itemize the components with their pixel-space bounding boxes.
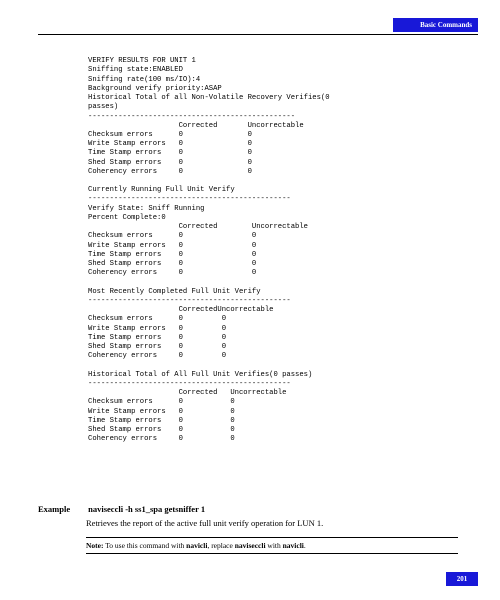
section-title: Basic Commands (420, 21, 472, 29)
note-text-b: , replace (207, 541, 234, 550)
note-block: Note: To use this command with navicli, … (86, 537, 458, 554)
note-bold-a: navicli (186, 541, 207, 550)
page-number: 201 (457, 575, 468, 583)
note-bold-c: navicli (283, 541, 304, 550)
note-text-c: with (266, 541, 283, 550)
note-prefix: Note: (86, 541, 104, 550)
example-command: naviseccli -h ss1_spa getsniffer 1 (88, 504, 205, 514)
note-bold-b: naviseccli (235, 541, 266, 550)
console-output: VERIFY RESULTS FOR UNIT 1 Sniffing state… (88, 57, 444, 444)
example-block: Example naviseccli -h ss1_spa getsniffer… (38, 504, 460, 529)
page: Basic Commands VERIFY RESULTS FOR UNIT 1… (0, 0, 500, 600)
note-text-a: To use this command with (104, 541, 187, 550)
example-description: Retrieves the report of the active full … (86, 518, 460, 529)
page-number-badge: 201 (446, 572, 478, 586)
section-header: Basic Commands (393, 18, 478, 32)
example-label: Example (38, 504, 86, 514)
note-text-d: . (304, 541, 306, 550)
header-rule (38, 34, 478, 35)
